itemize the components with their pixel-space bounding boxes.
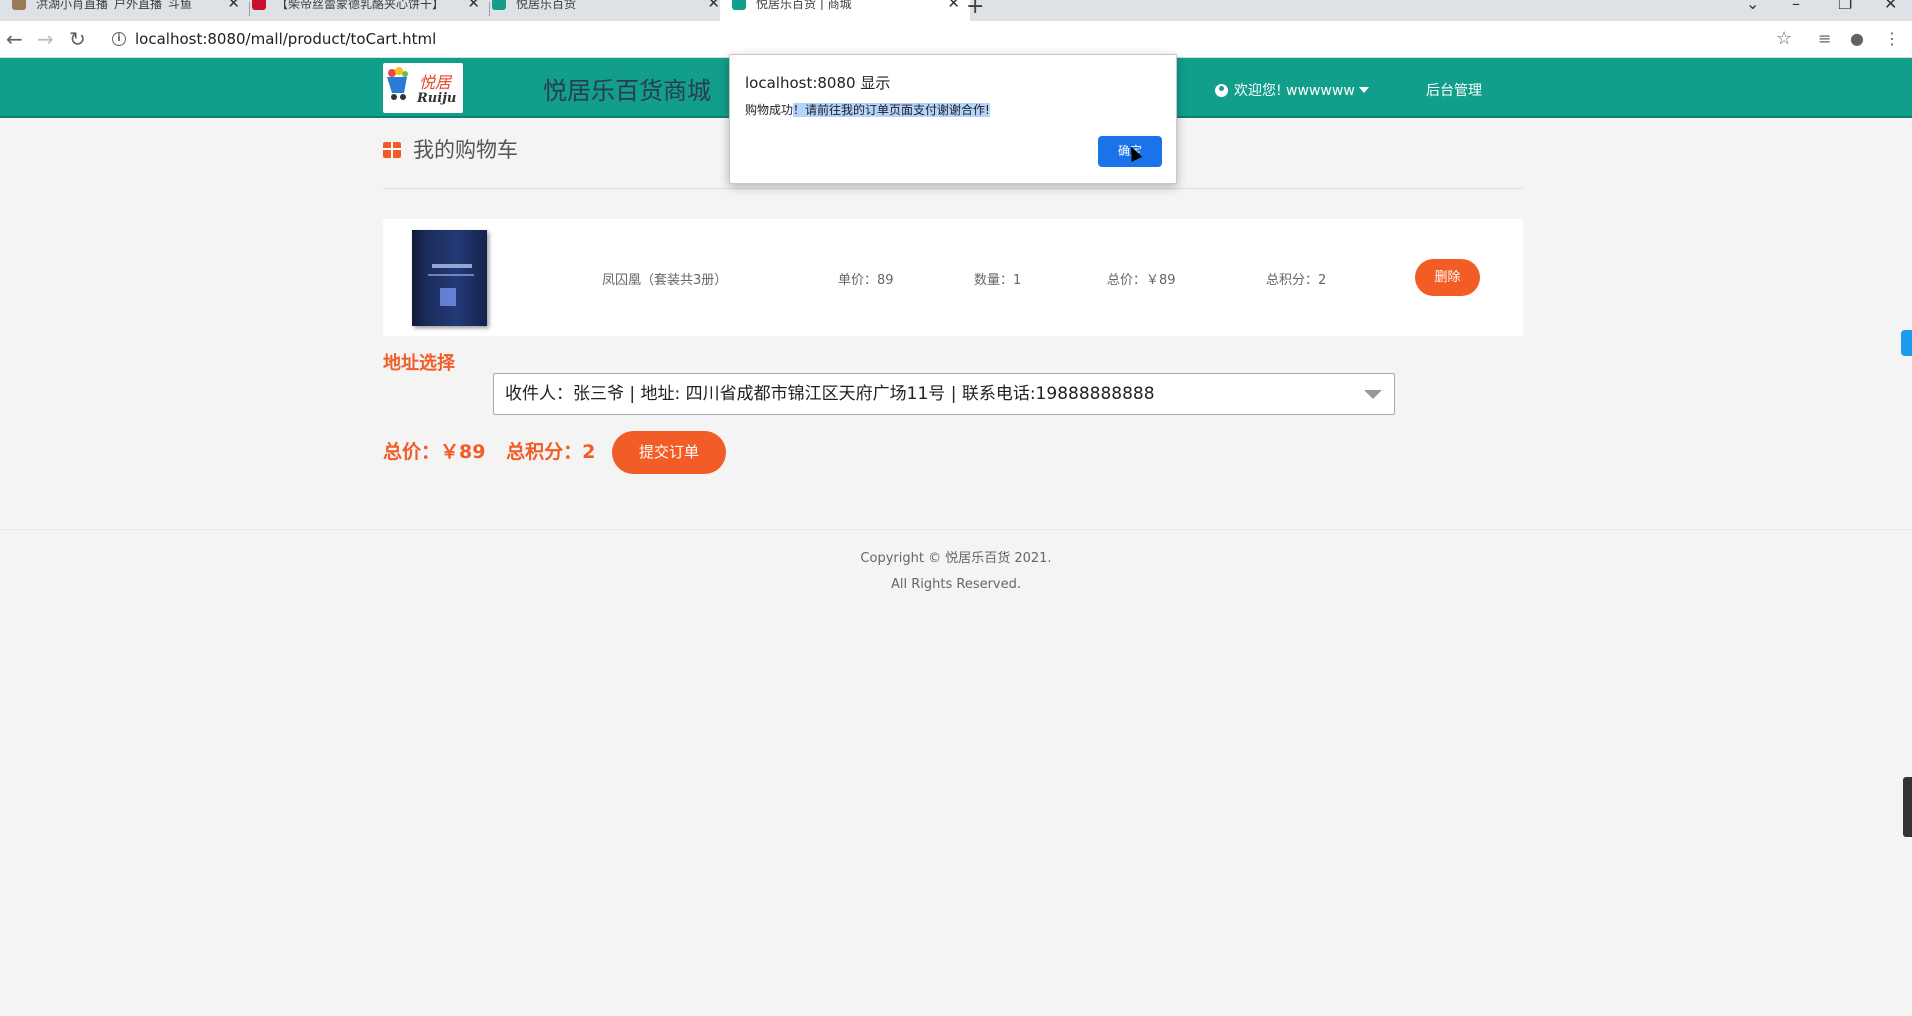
footer-rights: All Rights Reserved. bbox=[890, 577, 1022, 592]
tab-close-icon[interactable]: ✕ bbox=[227, 0, 240, 11]
dialog-title: localhost:8080 显示 bbox=[745, 74, 891, 92]
new-tab-button[interactable]: + bbox=[966, 0, 984, 19]
tab-title: 悦居乐百货 bbox=[516, 0, 577, 10]
address-bar[interactable]: i localhost:8080/mall/product/toCart.htm… bbox=[104, 25, 1794, 54]
summary-points: 总积分：2 bbox=[506, 441, 596, 463]
product-name[interactable]: 凤囚凰（套装共3册） bbox=[602, 269, 727, 288]
browser-tab-1[interactable]: 【柴帝丝蕾蒙德乳酪夹心饼干】 ✕ bbox=[240, 0, 490, 21]
side-widget[interactable] bbox=[1903, 777, 1912, 837]
address-label: 地址选择 bbox=[383, 353, 455, 374]
cart-item-row: 凤囚凰（套装共3册） 单价：89 数量：1 总价：￥89 总积分：2 删除 bbox=[383, 219, 1523, 336]
browser-tab-2[interactable]: 悦居乐百货 ✕ bbox=[480, 0, 730, 21]
minimize-icon[interactable]: – bbox=[1792, 0, 1800, 13]
divider bbox=[383, 188, 1523, 189]
account-icon[interactable]: ● bbox=[1850, 29, 1864, 48]
dialog-message: 购物成功！请前往我的订单页面支付谢谢合作! bbox=[745, 101, 990, 118]
tab-favicon-icon bbox=[492, 0, 506, 10]
admin-link[interactable]: 后台管理 bbox=[1426, 80, 1482, 100]
logo-subtext: Ruiju bbox=[417, 91, 457, 106]
bookmark-star-icon[interactable]: ☆ bbox=[1776, 28, 1792, 49]
cart-title-text: 我的购物车 bbox=[413, 138, 518, 162]
close-window-icon[interactable]: ✕ bbox=[1884, 0, 1897, 13]
browser-tab-0[interactable]: 洪湖小肖直播_户外直播_斗鱼 ✕ bbox=[0, 0, 250, 21]
submit-order-button[interactable]: 提交订单 bbox=[612, 431, 726, 474]
item-total: 总价：￥89 bbox=[1107, 273, 1176, 288]
jd-favicon-icon bbox=[252, 0, 266, 10]
profile-dropdown-icon[interactable]: ⌄ bbox=[1746, 0, 1759, 13]
user-icon bbox=[1215, 84, 1228, 97]
tab-close-icon[interactable]: ✕ bbox=[467, 0, 480, 11]
tab-title: 悦居乐百货 | 商城 bbox=[756, 0, 852, 10]
tab-favicon-icon bbox=[12, 0, 26, 10]
tab-close-icon[interactable]: ✕ bbox=[707, 0, 720, 11]
unit-price: 单价：89 bbox=[838, 273, 894, 288]
footer-divider bbox=[0, 529, 1912, 530]
browser-tab-strip: 洪湖小肖直播_户外直播_斗鱼 ✕ 【柴帝丝蕾蒙德乳酪夹心饼干】 ✕ 悦居乐百货 … bbox=[0, 0, 1912, 21]
info-icon[interactable]: i bbox=[112, 32, 126, 46]
gift-icon bbox=[383, 142, 401, 158]
back-icon[interactable]: ← bbox=[6, 27, 23, 51]
dialog-message-highlighted: ！请前往我的订单页面支付谢谢合作! bbox=[793, 103, 990, 117]
site-title[interactable]: 悦居乐百货商城 bbox=[543, 71, 711, 106]
caret-down-icon bbox=[1358, 87, 1369, 93]
welcome-text: 欢迎您! wwwwww bbox=[1234, 83, 1355, 99]
tab-favicon-icon bbox=[732, 0, 746, 10]
side-floating-tab[interactable] bbox=[1901, 330, 1912, 356]
item-points: 总积分：2 bbox=[1266, 273, 1327, 288]
alert-dialog: localhost:8080 显示 购物成功！请前往我的订单页面支付谢谢合作! … bbox=[729, 54, 1177, 184]
tab-close-icon[interactable]: ✕ bbox=[947, 0, 960, 11]
footer-copyright: Copyright © 悦居乐百货 2021. bbox=[860, 551, 1052, 566]
reload-icon[interactable]: ↻ bbox=[69, 27, 86, 51]
site-logo[interactable]: 悦居 Ruiju bbox=[383, 63, 463, 113]
quantity: 数量：1 bbox=[974, 273, 1022, 288]
address-select[interactable]: 收件人：张三爷 | 地址: 四川省成都市锦江区天府广场11号 | 联系电话:19… bbox=[493, 373, 1395, 415]
menu-dots-icon[interactable]: ⋮ bbox=[1884, 29, 1900, 48]
browser-tab-active[interactable]: 悦居乐百货 | 商城 ✕ bbox=[720, 0, 970, 21]
dropdown-arrow-icon bbox=[1364, 390, 1382, 399]
product-image[interactable] bbox=[412, 230, 487, 326]
dialog-message-plain: 购物成功 bbox=[745, 103, 794, 117]
url-text[interactable]: localhost:8080/mall/product/toCart.html bbox=[135, 30, 436, 48]
order-summary: 总价：￥89 总积分：2 bbox=[383, 437, 595, 464]
forward-icon[interactable]: → bbox=[37, 27, 54, 51]
cart-heading: 我的购物车 bbox=[383, 134, 518, 164]
logo-text: 悦居 bbox=[419, 73, 452, 92]
browser-toolbar: ← → ↻ i localhost:8080/mall/product/toCa… bbox=[0, 21, 1912, 58]
address-selected-value: 收件人：张三爷 | 地址: 四川省成都市锦江区天府广场11号 | 联系电话:19… bbox=[505, 384, 1155, 404]
restore-icon[interactable]: ❐ bbox=[1838, 0, 1852, 13]
summary-total: 总价：￥89 bbox=[383, 441, 486, 463]
delete-button[interactable]: 删除 bbox=[1415, 259, 1480, 296]
tab-title: 洪湖小肖直播_户外直播_斗鱼 bbox=[36, 0, 193, 10]
tab-title: 【柴帝丝蕾蒙德乳酪夹心饼干】 bbox=[276, 0, 436, 10]
user-menu[interactable]: 欢迎您! wwwwww bbox=[1215, 80, 1369, 100]
media-control-icon[interactable]: ≡ bbox=[1818, 29, 1831, 48]
